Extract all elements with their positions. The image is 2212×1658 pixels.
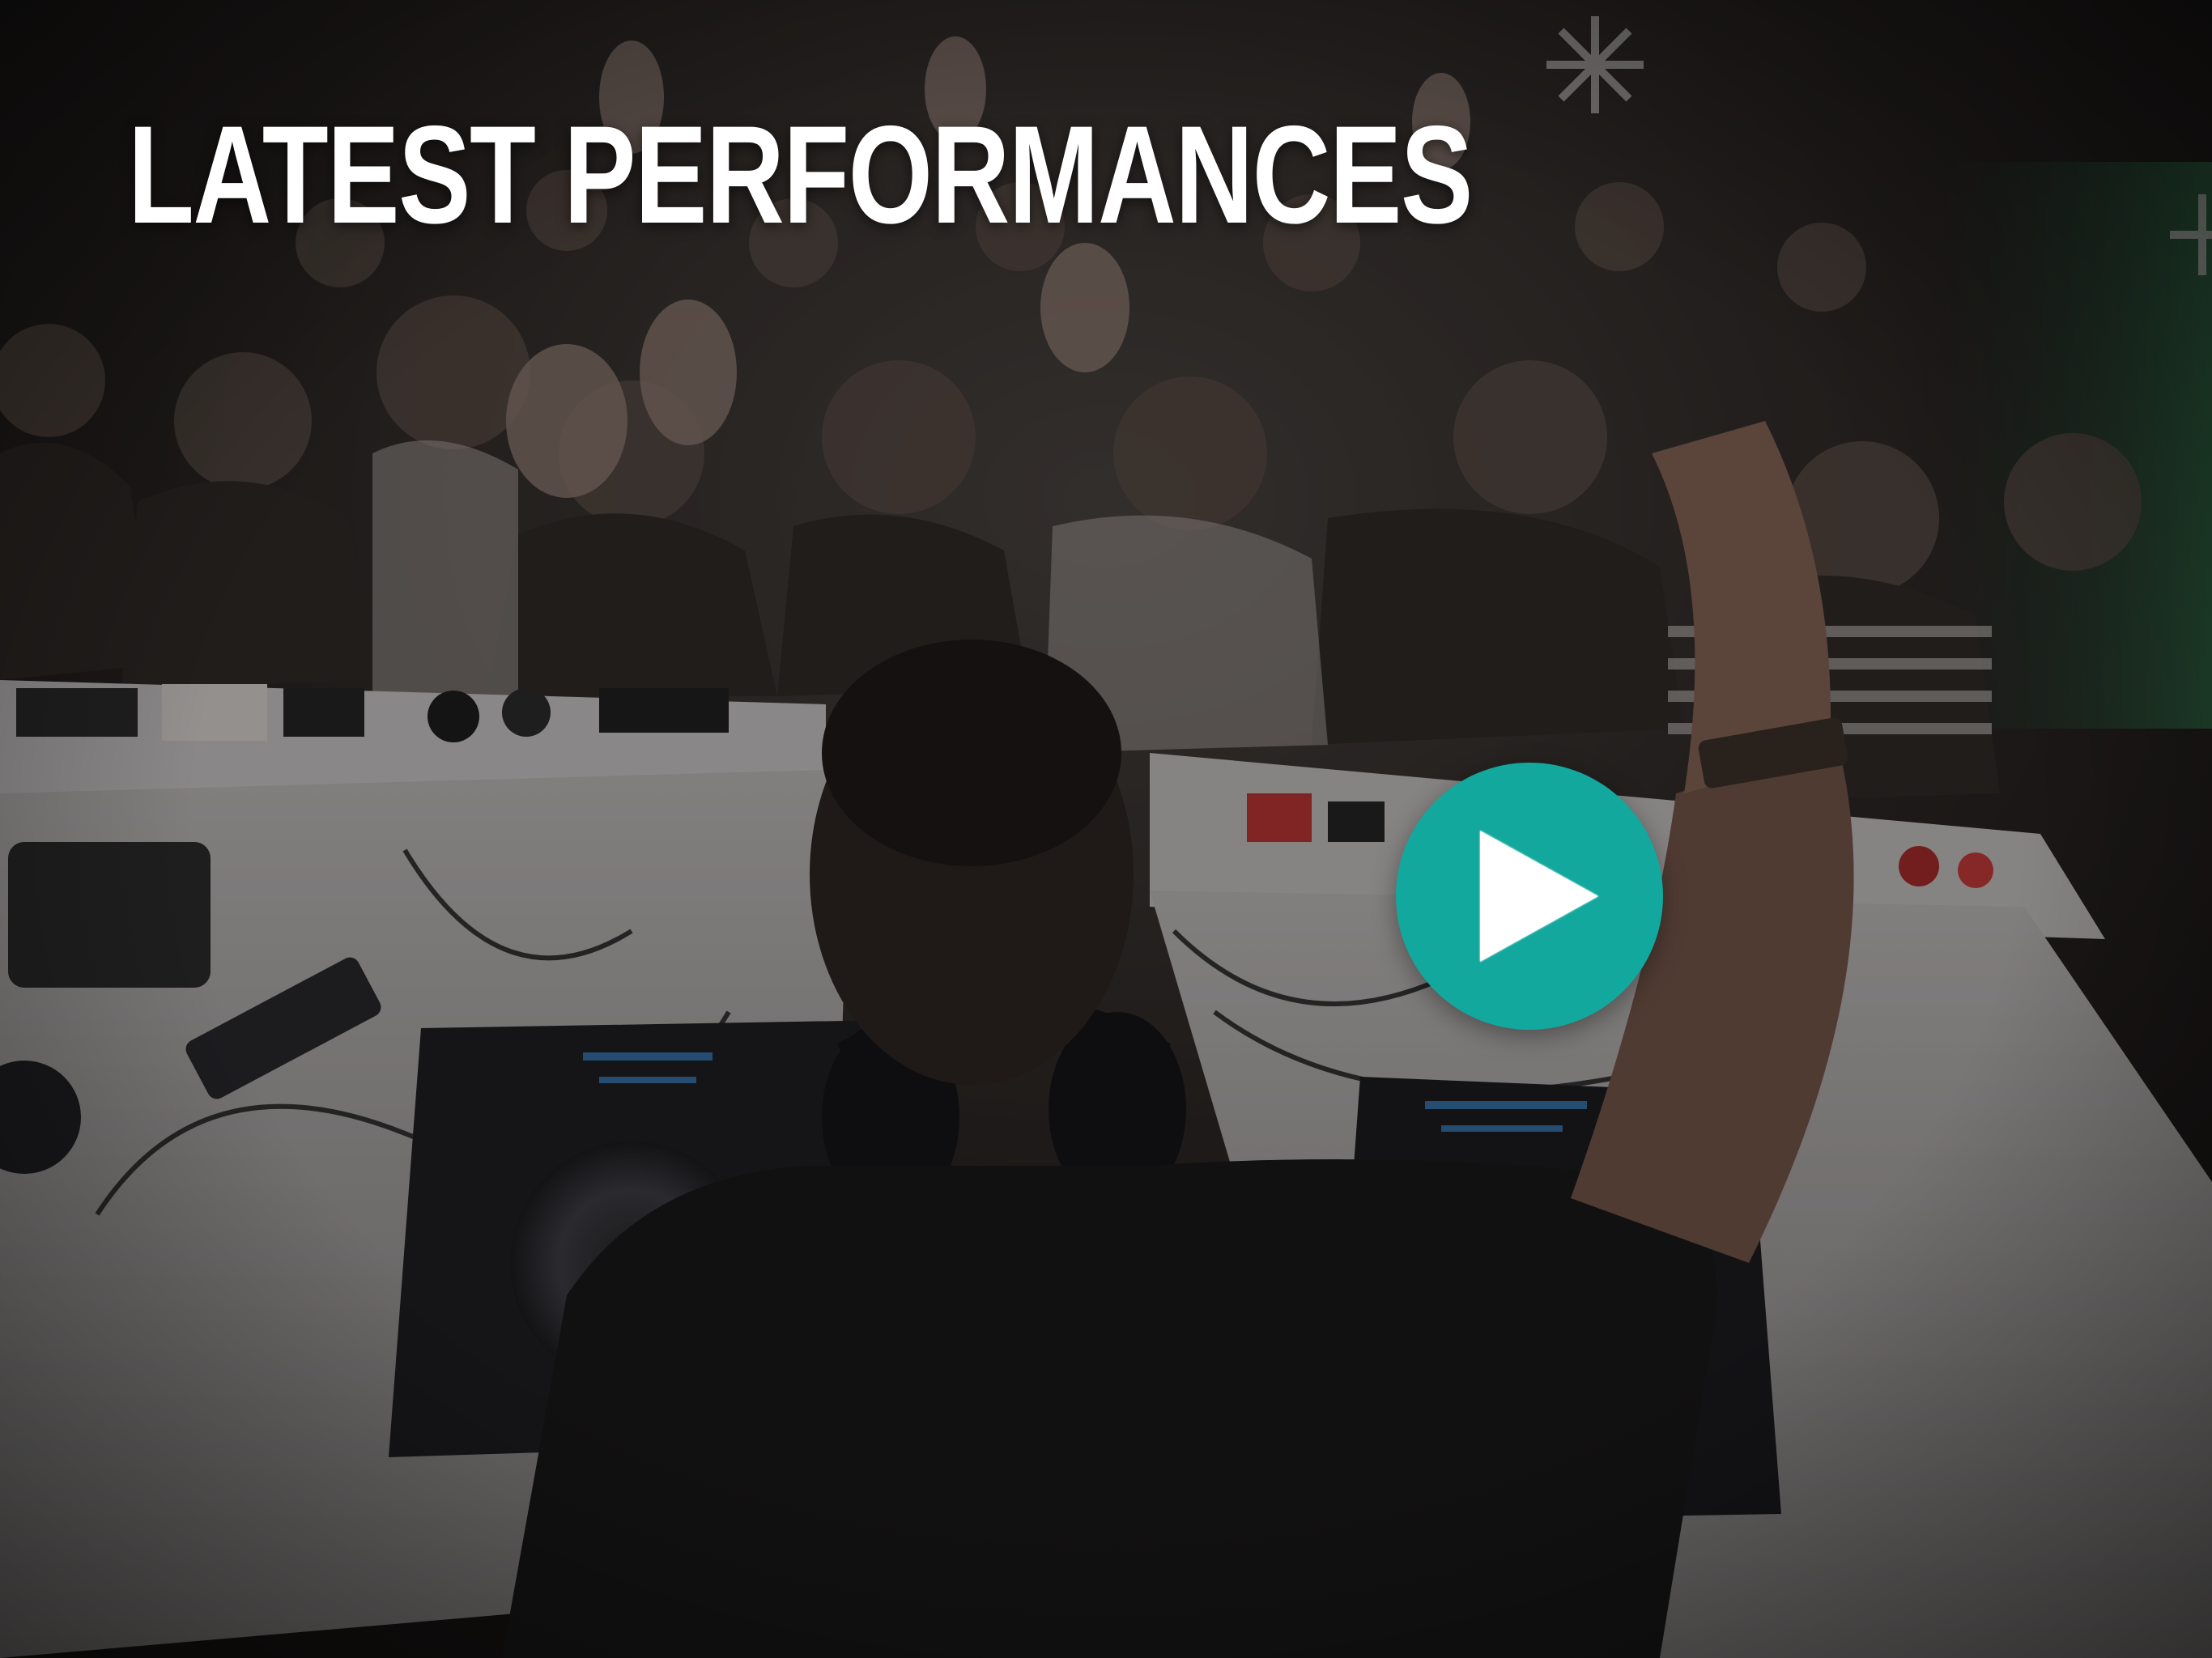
page-title: LATEST PERFORMANCES xyxy=(128,97,1473,253)
play-button[interactable] xyxy=(1396,763,1663,1030)
latest-performances-hero: LATEST PERFORMANCES xyxy=(0,0,2212,1658)
play-icon xyxy=(1480,831,1598,962)
